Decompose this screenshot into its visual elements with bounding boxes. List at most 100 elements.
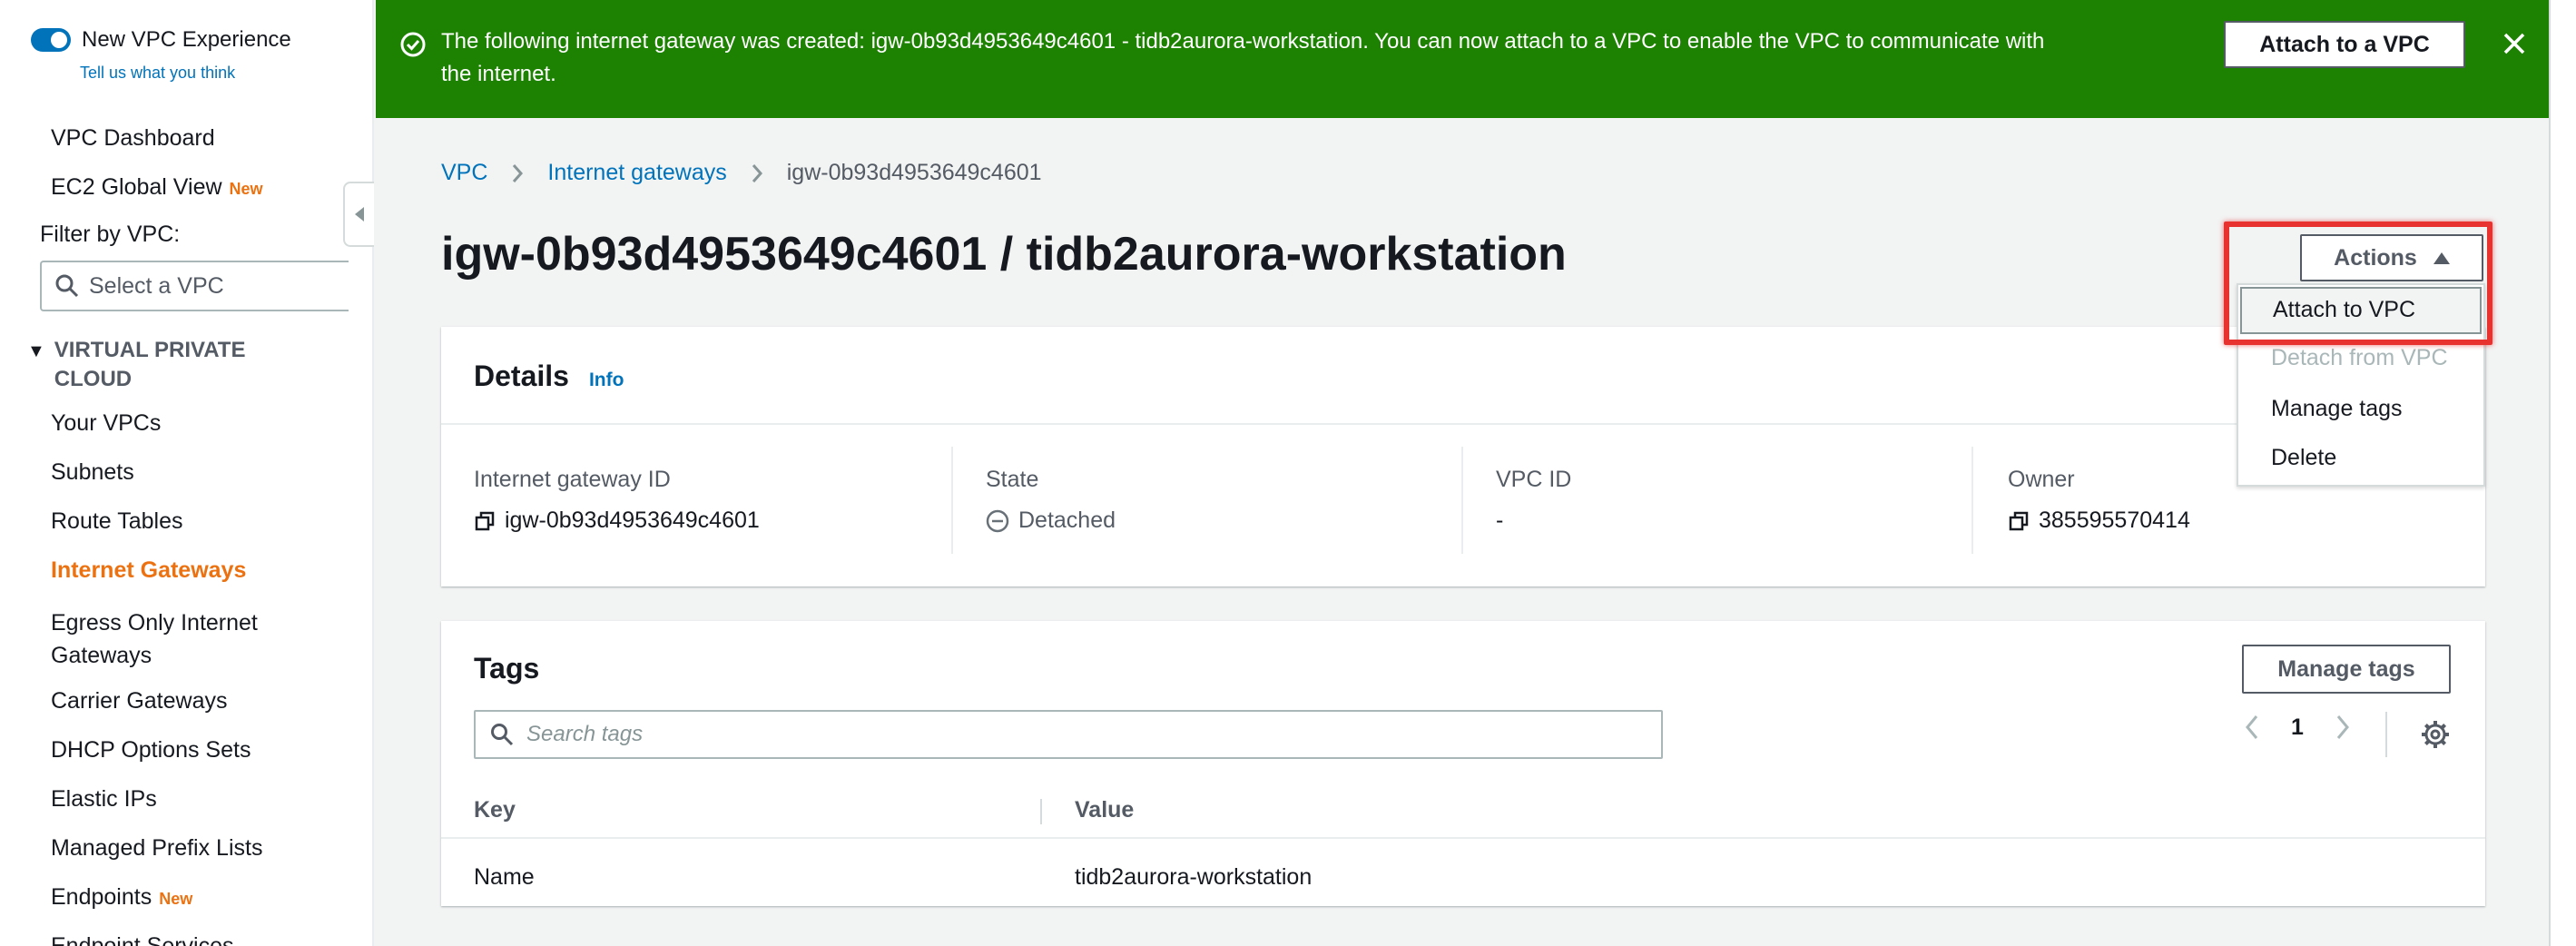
internet-gateway-id-value: igw-0b93d4953649c4601: [505, 507, 760, 533]
sidebar-item-label: Endpoint Services: [51, 933, 234, 946]
sidebar-item-label: Elastic IPs: [51, 786, 157, 812]
column-header-key[interactable]: Key: [474, 797, 516, 823]
breadcrumb-internet-gateways[interactable]: Internet gateways: [547, 160, 726, 186]
sidebar-item-managed-prefix-lists[interactable]: Managed Prefix Lists: [51, 835, 262, 862]
search-icon: [55, 274, 79, 298]
tag-search-field[interactable]: [474, 710, 1663, 759]
menu-item-manage-tags[interactable]: Manage tags: [2271, 396, 2403, 422]
sidebar-item-carrier-gateways[interactable]: Carrier Gateways: [51, 688, 228, 714]
breadcrumb-vpc[interactable]: VPC: [441, 160, 487, 186]
tag-value-cell: tidb2aurora-workstation: [1075, 864, 1313, 890]
sidebar-item-egress-only-internet-gateways[interactable]: Egress Only Internet Gateways: [51, 606, 323, 672]
section-title: VIRTUAL PRIVATE CLOUD: [54, 338, 246, 391]
sidebar-item-internet-gateways[interactable]: Internet Gateways: [51, 557, 246, 584]
copy-icon[interactable]: [474, 510, 496, 532]
state-value: Detached: [1018, 507, 1116, 533]
breadcrumb: VPC Internet gateways igw-0b93d4953649c4…: [441, 160, 1042, 186]
success-flash-banner: The following internet gateway was creat…: [376, 0, 2549, 118]
check-circle-icon: [400, 32, 426, 57]
column-divider: [1461, 447, 1463, 554]
detail-value: igw-0b93d4953649c4601: [474, 507, 760, 534]
column-divider: [1040, 799, 1042, 824]
menu-item-delete[interactable]: Delete: [2271, 445, 2336, 471]
sidebar-item-route-tables[interactable]: Route Tables: [51, 508, 182, 535]
filter-by-vpc-label: Filter by VPC:: [40, 222, 181, 247]
chevron-right-icon[interactable]: [2335, 714, 2351, 741]
sidebar-item-label: Your VPCs: [51, 410, 162, 436]
page-title: igw-0b93d4953649c4601 / tidb2aurora-work…: [441, 228, 1567, 281]
pagination: 1: [2244, 714, 2351, 741]
sidebar-item-label: Egress Only Internet Gateways: [51, 610, 258, 668]
sidebar-item-label: DHCP Options Sets: [51, 737, 251, 763]
section-virtual-private-cloud[interactable]: ▼ VIRTUAL PRIVATE CLOUD: [27, 336, 290, 394]
close-icon: [2503, 33, 2525, 54]
annotation-highlight-box: [2224, 222, 2492, 345]
detail-label: Internet gateway ID: [474, 467, 671, 492]
right-panel-edge: [2549, 0, 2576, 946]
caret-down-icon: ▼: [27, 341, 45, 361]
sidebar-item-endpoints[interactable]: Endpoints New: [51, 884, 192, 911]
new-badge: New: [229, 180, 263, 198]
details-header: Details Info: [474, 360, 624, 393]
column-divider: [1971, 447, 1973, 554]
chevron-right-icon: [511, 163, 524, 184]
sidebar: New VPC Experience Tell us what you thin…: [0, 0, 374, 946]
vpc-id-value: -: [1496, 507, 1504, 533]
search-tags-input[interactable]: [526, 722, 1616, 747]
tags-panel: Tags Manage tags 1 Key Value: [441, 621, 2485, 906]
dismiss-flash-button[interactable]: [2496, 25, 2532, 62]
vpc-filter-placeholder: Select a VPC: [89, 272, 224, 299]
chevron-left-icon[interactable]: [2244, 714, 2260, 741]
column-divider: [951, 447, 953, 554]
manage-tags-button[interactable]: Manage tags: [2242, 645, 2451, 694]
copy-icon[interactable]: [2008, 510, 2030, 532]
divider: [2385, 712, 2387, 757]
owner-value: 385595570414: [2039, 507, 2190, 533]
divider: [441, 423, 2485, 425]
new-experience-toggle[interactable]: [31, 28, 71, 52]
sidebar-item-label: Carrier Gateways: [51, 688, 228, 714]
sidebar-item-label: VPC Dashboard: [51, 125, 215, 151]
feedback-link[interactable]: Tell us what you think: [80, 64, 235, 83]
sidebar-item-dhcp-options-sets[interactable]: DHCP Options Sets: [51, 737, 251, 764]
tag-key-cell: Name: [474, 864, 535, 890]
attach-to-a-vpc-button[interactable]: Attach to a VPC: [2224, 21, 2465, 68]
sidebar-item-ec2-global-view[interactable]: EC2 Global View New: [51, 174, 263, 201]
detail-vpc-id: VPC ID -: [1496, 467, 1571, 534]
detail-label: State: [986, 467, 1039, 492]
detail-label: VPC ID: [1496, 467, 1572, 492]
menu-item-detach-from-vpc: Detach from VPC: [2271, 345, 2448, 370]
breadcrumb-current: igw-0b93d4953649c4601: [786, 160, 1042, 185]
search-icon: [491, 724, 514, 746]
tags-table-header: Key Value: [441, 784, 2485, 839]
detail-value: Detached: [986, 507, 1116, 534]
tags-title: Tags: [474, 652, 540, 685]
vpc-filter-select[interactable]: Select a VPC: [40, 261, 349, 311]
sidebar-item-subnets[interactable]: Subnets: [51, 459, 134, 486]
sidebar-item-label: Subnets: [51, 459, 134, 485]
sidebar-item-label: Managed Prefix Lists: [51, 835, 263, 861]
sidebar-item-label: Internet Gateways: [51, 557, 247, 583]
chevron-right-icon: [751, 163, 763, 184]
detail-state: State Detached: [986, 467, 1116, 534]
tags-header: Tags: [474, 652, 539, 685]
sidebar-item-elastic-ips[interactable]: Elastic IPs: [51, 786, 157, 813]
current-page[interactable]: 1: [2291, 714, 2304, 741]
detail-label: Owner: [2008, 467, 2075, 492]
sidebar-item-label: EC2 Global View: [51, 174, 222, 200]
sidebar-item-your-vpcs[interactable]: Your VPCs: [51, 410, 161, 437]
sidebar-item-label: Endpoints: [51, 884, 152, 910]
details-panel: Details Info Internet gateway ID igw-0b9…: [441, 327, 2485, 586]
collapse-sidebar-button[interactable]: [343, 182, 374, 247]
app-window: New VPC Experience Tell us what you thin…: [0, 0, 2576, 946]
column-header-value[interactable]: Value: [1075, 797, 1134, 823]
caret-left-icon: [355, 207, 364, 222]
sidebar-item-endpoint-services[interactable]: Endpoint Services: [51, 933, 234, 946]
new-badge: New: [159, 890, 193, 908]
detail-value: 385595570414: [2008, 507, 2190, 534]
toggle-label: New VPC Experience: [82, 27, 291, 52]
info-link[interactable]: Info: [589, 370, 624, 391]
gear-icon[interactable]: [2420, 719, 2451, 750]
details-title: Details: [474, 360, 569, 392]
sidebar-item-vpc-dashboard[interactable]: VPC Dashboard: [51, 125, 215, 152]
